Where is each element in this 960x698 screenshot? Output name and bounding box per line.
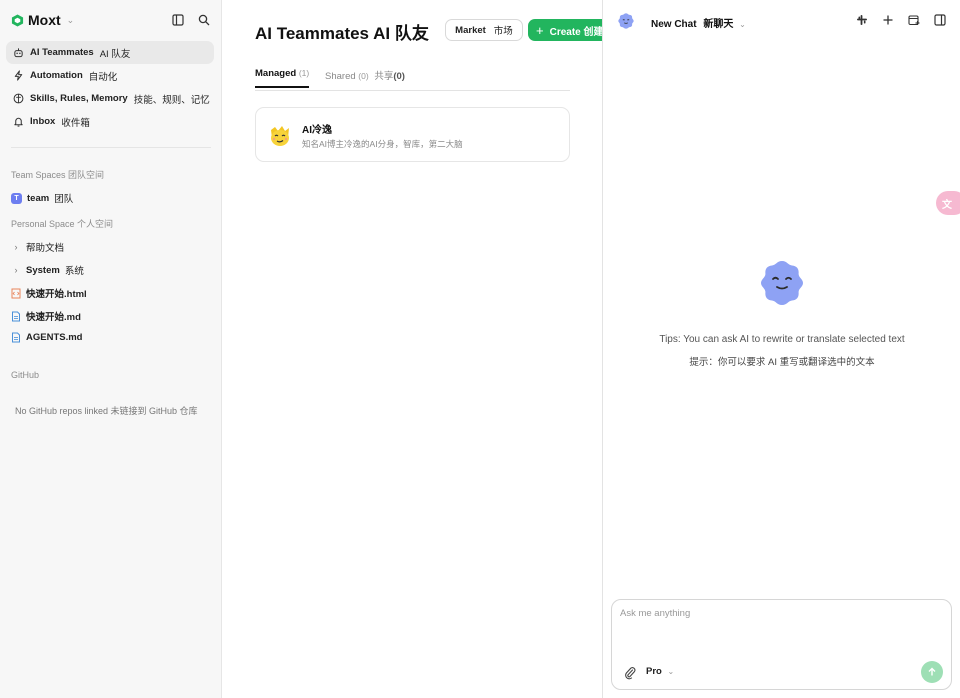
chat-empty-mascot-icon — [761, 261, 803, 305]
sidebar: Moxt ⌄ AI Teammates AI 队友 Automation 自动化… — [0, 0, 222, 698]
sidebar-item-ai-teammates[interactable]: AI Teammates AI 队友 — [6, 41, 214, 64]
sidebar-divider — [11, 147, 211, 148]
history-icon[interactable] — [906, 12, 922, 28]
sidebar-item-team[interactable]: T team 团队 — [11, 191, 73, 205]
tree-item-label: 快速开始.html — [26, 289, 87, 300]
floating-assistant-pill[interactable]: 文 — [936, 191, 960, 215]
markdown-file-icon — [12, 311, 20, 321]
brand-name: Moxt — [28, 12, 61, 28]
teammate-name: AI冷逸 — [302, 125, 332, 136]
search-icon[interactable] — [196, 12, 212, 28]
tab-shared[interactable]: Shared (0) 共享(0) — [325, 68, 405, 89]
tab-label-zh: 共享 — [374, 71, 394, 82]
chevron-down-icon: ⌄ — [739, 20, 746, 29]
github-empty-state: No GitHub repos linked 未链接到 GitHub 仓库 — [15, 406, 198, 416]
panel-toggle-icon[interactable] — [932, 12, 948, 28]
sidebar-item-label: Skills, Rules, Memory — [30, 93, 128, 104]
tree-item-label: 快速开始.md — [26, 312, 81, 323]
sidebar-item-label-zh: AI 队友 — [99, 48, 131, 60]
sidebar-item-skills[interactable]: Skills, Rules, Memory 技能、规则、记忆 — [6, 87, 214, 110]
tab-count: (1) — [298, 68, 310, 78]
paperclip-icon[interactable] — [624, 666, 636, 680]
chat-title-label-zh: 新聊天 — [703, 19, 734, 30]
sidebar-item-label-zh: 收件箱 — [61, 117, 90, 129]
html-file-icon — [11, 288, 21, 298]
plus-icon: + — [536, 22, 544, 38]
new-chat-plus-icon[interactable] — [880, 12, 896, 28]
tree-item-label: System — [26, 264, 60, 276]
tab-count-zh: (0) — [393, 71, 405, 82]
tree-file-quickstart-html[interactable]: 快速开始.html — [11, 286, 87, 300]
send-button[interactable] — [921, 661, 943, 683]
tab-count: (0) — [358, 71, 369, 81]
chat-panel: New Chat 新聊天 ⌄ Tips: You can ask AI to r… — [602, 0, 960, 698]
brand[interactable]: Moxt ⌄ — [11, 12, 74, 28]
sidebar-item-label-zh: 自动化 — [88, 71, 118, 83]
chevron-down-icon: ⌄ — [667, 667, 675, 676]
chat-mascot-icon — [618, 13, 634, 29]
robot-icon — [14, 48, 23, 58]
sidebar-item-label-zh: 技能、规则、记忆 — [133, 94, 210, 106]
personal-space-label: Personal Space 个人空间 — [11, 219, 114, 229]
moxt-logo-icon — [11, 13, 24, 27]
create-label: Create 创建 — [549, 26, 604, 38]
sidebar-item-label: Automation — [30, 70, 83, 81]
team-name: team — [27, 192, 50, 204]
tab-bar: Managed (1) Shared (0) 共享(0) — [255, 68, 570, 91]
tab-managed[interactable]: Managed (1) — [255, 68, 310, 88]
sidebar-item-inbox[interactable]: Inbox 收件箱 — [6, 110, 214, 133]
team-avatar: T — [11, 192, 22, 204]
brain-icon — [13, 93, 24, 104]
translate-icon: 文 — [942, 199, 952, 211]
chat-input[interactable] — [620, 608, 940, 648]
sidebar-nav: AI Teammates AI 队友 Automation 自动化 Skills… — [6, 41, 214, 133]
tab-label: Managed — [255, 68, 297, 79]
main-content: AI Teammates AI 队友 Market 市场 + Create 创建… — [223, 0, 648, 698]
tree-item-label-zh: 系统 — [64, 266, 84, 277]
sidebar-item-label: Inbox — [30, 116, 56, 127]
model-selector[interactable]: Pro ⌄ — [646, 666, 674, 677]
teammate-card[interactable]: AI冷逸 知名AI博主冷逸的AI分身，智库，第二大脑 — [255, 107, 570, 162]
tree-file-agents-md[interactable]: AGENTS.md — [11, 332, 82, 343]
sidebar-toggle-icon[interactable] — [170, 12, 186, 28]
lightning-icon — [14, 70, 23, 81]
team-spaces-label: Team Spaces 团队空间 — [11, 170, 105, 180]
sidebar-item-automation[interactable]: Automation 自动化 — [6, 64, 214, 87]
teammate-description: 知名AI博主冷逸的AI分身，智库，第二大脑 — [302, 139, 463, 149]
chevron-right-icon[interactable]: › — [11, 242, 21, 252]
chevron-right-icon[interactable]: › — [11, 265, 21, 275]
chat-title-label: New Chat — [651, 19, 697, 30]
tree-file-quickstart-md[interactable]: 快速开始.md — [11, 309, 81, 323]
teammate-avatar — [271, 126, 289, 146]
market-label-zh: 市场 — [493, 26, 513, 37]
chat-composer: Pro ⌄ — [611, 599, 952, 690]
github-label: GitHub — [11, 370, 40, 380]
tree-item-label: AGENTS.md — [26, 332, 83, 343]
model-label: Pro — [646, 666, 662, 677]
tree-item-label: 帮助文档 — [26, 243, 65, 254]
tree-folder-help-docs[interactable]: › 帮助文档 — [11, 240, 65, 254]
tab-label: Shared — [325, 71, 356, 82]
market-label: Market — [455, 24, 486, 36]
chevron-down-icon: ⌄ — [66, 14, 75, 25]
arrow-up-icon — [928, 667, 936, 676]
slack-icon[interactable] — [854, 12, 870, 28]
chat-tips-en: Tips: You can ask AI to rewrite or trans… — [659, 334, 905, 345]
chat-tips-zh: 提示：你可以要求 AI 重写或翻译选中的文本 — [689, 357, 875, 368]
chat-title[interactable]: New Chat 新聊天 ⌄ — [651, 15, 746, 30]
market-button[interactable]: Market 市场 — [445, 19, 523, 41]
page-title: AI Teammates AI 队友 — [255, 24, 429, 43]
tree-folder-system[interactable]: › System 系统 — [11, 263, 84, 278]
sidebar-item-label: AI Teammates — [30, 47, 94, 58]
markdown-file-icon — [12, 332, 20, 343]
team-name-zh: 团队 — [54, 194, 74, 205]
bell-icon — [14, 117, 23, 127]
